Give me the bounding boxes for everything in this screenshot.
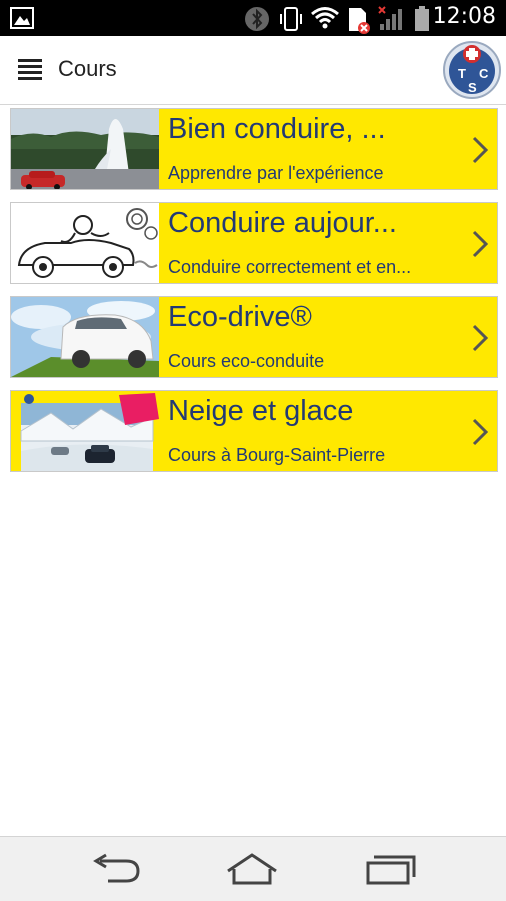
home-icon[interactable] (222, 851, 282, 887)
chevron-right-icon (472, 418, 489, 446)
logo-letter-c: C (479, 66, 489, 81)
recent-apps-icon[interactable] (360, 851, 420, 887)
logo-letter-s: S (468, 80, 477, 95)
status-bar: 12:08 (0, 0, 506, 36)
course-item-eco-drive[interactable]: Eco-drive® Cours eco-conduite (10, 296, 498, 378)
chevron-right-icon (472, 324, 489, 352)
chevron-right-icon (472, 136, 489, 164)
battery-icon (415, 6, 429, 31)
course-item-conduire-aujourdhui[interactable]: Conduire aujour... Conduire correctement… (10, 202, 498, 284)
page-title: Cours (58, 56, 117, 81)
course-subtitle: Cours à Bourg-Saint-Pierre (168, 445, 386, 465)
chevron-right-icon (472, 230, 489, 258)
gallery-icon (10, 7, 34, 29)
vibrate-icon (280, 7, 302, 31)
back-icon[interactable] (86, 851, 146, 887)
course-list: Bien conduire, ... Apprendre par l'expér… (10, 108, 498, 484)
white-car-sky-photo (11, 297, 159, 377)
course-subtitle: Conduire correctement et en... (168, 257, 412, 277)
course-item-neige-et-glace[interactable]: Neige et glace Cours à Bourg-Saint-Pierr… (10, 390, 498, 472)
course-title: Bien conduire, ... (168, 113, 386, 145)
course-subtitle: Cours eco-conduite (168, 351, 325, 371)
tcs-logo: T C S (443, 41, 501, 99)
bluetooth-icon (245, 7, 269, 31)
menu-icon[interactable] (18, 59, 42, 81)
signal-icon (378, 6, 402, 30)
logo-letter-t: T (458, 66, 466, 81)
course-subtitle: Apprendre par l'expérience (168, 163, 384, 183)
wifi-icon (311, 7, 339, 29)
snow-mountain-car-photo (11, 391, 159, 471)
course-title: Conduire aujour... (168, 207, 397, 239)
navigation-bar (0, 836, 506, 901)
sim-error-icon (349, 8, 370, 34)
course-title: Eco-drive® (168, 301, 312, 333)
cartoon-driver-sketch (11, 203, 159, 283)
course-title: Neige et glace (168, 395, 354, 427)
action-bar: Cours T C S (0, 36, 506, 105)
geyser-car-photo (11, 109, 159, 189)
clock: 12:08 (432, 4, 496, 29)
course-item-bien-conduire[interactable]: Bien conduire, ... Apprendre par l'expér… (10, 108, 498, 190)
